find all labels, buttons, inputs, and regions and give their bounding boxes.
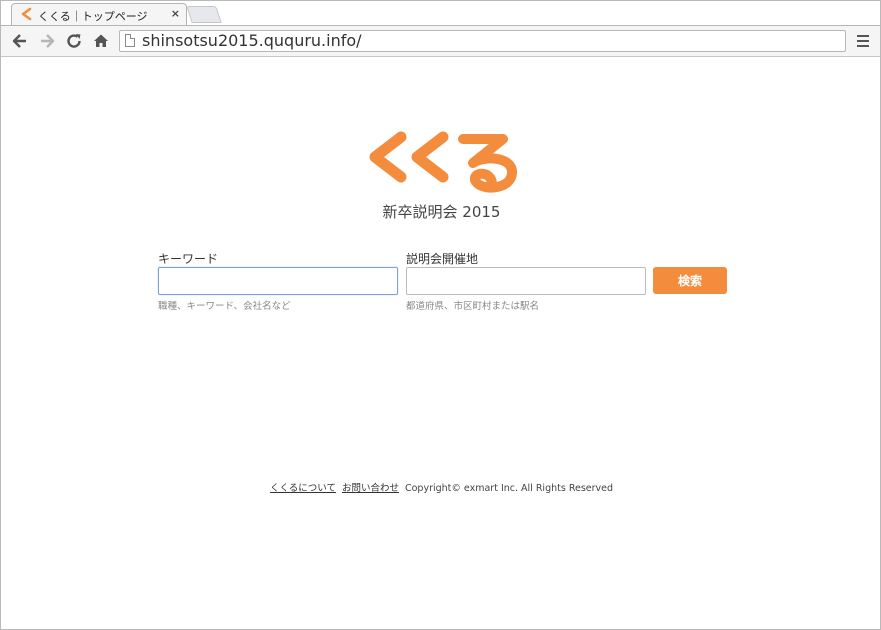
search-button[interactable]: 検索 [653,267,727,294]
ququru-favicon-icon [21,7,32,21]
contact-link[interactable]: お問い合わせ [342,483,399,494]
browser-window: くくる｜トップページ × shinsotsu2015.ququru.info/ [0,0,881,630]
tab-title: くくる｜トップページ [38,10,148,23]
home-icon[interactable] [91,31,111,51]
page-icon [125,34,135,47]
page-subtitle: 新卒説明会 2015 [382,203,501,221]
location-hint: 都道府県、市区町村または駅名 [406,301,540,312]
tab-active[interactable]: くくる｜トップページ × [11,3,187,25]
url-text: shinsotsu2015.ququru.info/ [142,31,362,50]
hamburger-menu-icon[interactable] [857,35,869,47]
browser-toolbar: shinsotsu2015.ququru.info/ [1,25,880,57]
location-label: 説明会開催地 [406,252,479,266]
footer: くくるについて お問い合わせ Copyright© exmart Inc. All … [1,480,881,494]
back-arrow-icon[interactable] [10,31,30,51]
address-bar[interactable]: shinsotsu2015.ququru.info/ [119,30,846,52]
keyword-label: キーワード [158,252,219,266]
location-input[interactable] [406,267,646,295]
ququru-logo [369,131,517,193]
keyword-input[interactable] [158,267,398,295]
tab-strip: くくる｜トップページ × [1,1,880,25]
new-tab-button[interactable] [186,6,222,23]
keyword-hint: 職種、キーワード、会社名など [158,301,291,312]
tab-close-icon[interactable]: × [171,7,180,20]
reload-icon[interactable] [64,31,84,51]
forward-arrow-icon[interactable] [37,31,57,51]
about-link[interactable]: くくるについて [270,483,336,494]
copyright-text: Copyright© exmart Inc. All Rights Reserv… [404,483,614,494]
